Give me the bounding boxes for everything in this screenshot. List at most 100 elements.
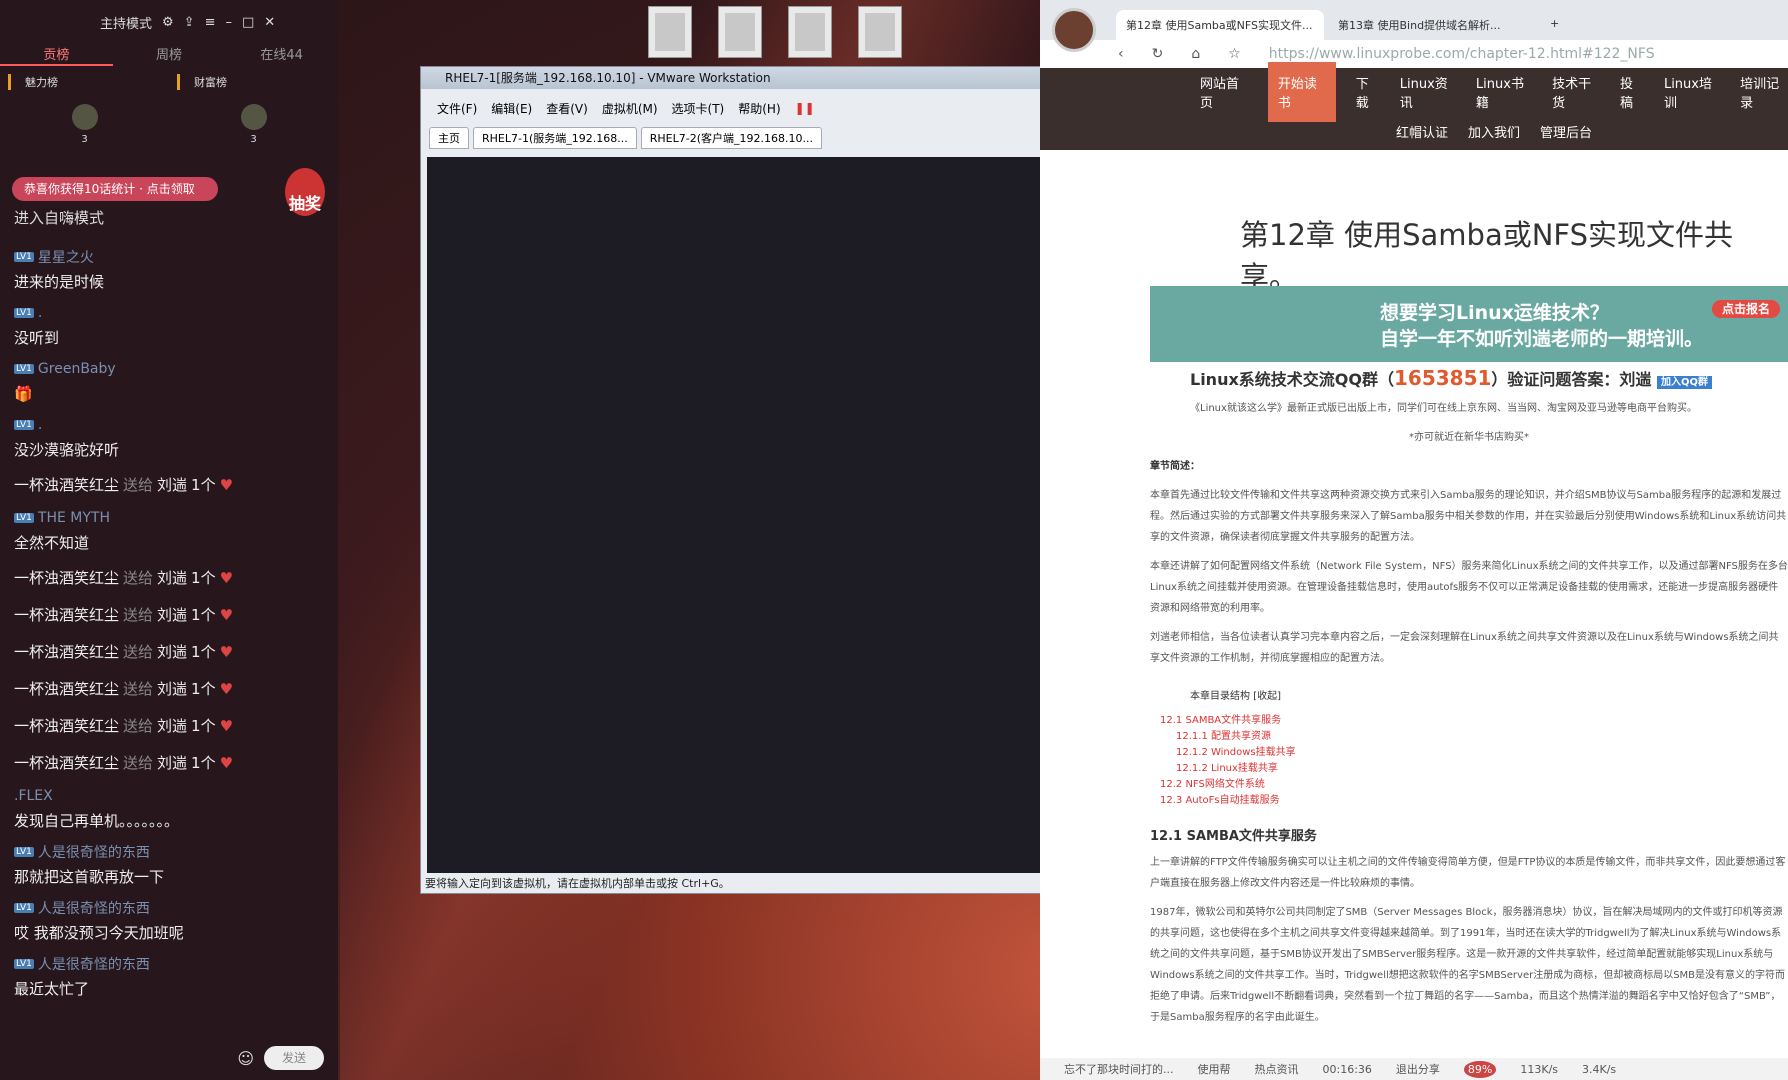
desktop-file-icon[interactable] (788, 6, 832, 58)
chat-message: LV1. 没沙漠骆驼好听 (14, 413, 330, 463)
nav-item[interactable]: 下载 (1356, 73, 1380, 111)
join-qq-button[interactable]: 加入QQ群 (1657, 376, 1713, 389)
page-title: 第12章 使用Samba或NFS实现文件共享。 (1240, 218, 1734, 294)
nav-item[interactable]: 开始读书 (1267, 62, 1336, 122)
tab-rhel7-2[interactable]: RHEL7-2(客户端_192.168.10... (640, 127, 822, 149)
self-mode-link[interactable]: 进入自嗨模式 (14, 207, 104, 228)
toc-link[interactable]: 12.1.1 配置共享资源 (1176, 729, 1788, 745)
vm-screen[interactable] (427, 157, 1041, 873)
tab-contribution[interactable]: 贡榜 (0, 44, 113, 66)
tab-chapter12[interactable]: 第12章 使用Samba或NFS实现文件... (1116, 10, 1324, 40)
chat-username[interactable]: LV1 GreenBaby (14, 357, 330, 381)
toc-link[interactable]: 12.3 AutoFs自动挂载服务 (1160, 793, 1788, 809)
nav-item[interactable]: 加入我们 (1468, 122, 1520, 141)
tab-rhel7-1[interactable]: RHEL7-1(服务端_192.168... (473, 127, 637, 149)
new-tab-icon[interactable]: + (1540, 10, 1560, 40)
avatar[interactable] (240, 104, 267, 130)
bottom-bar: 忘不了那块时间打的... 使用帮 热点资讯 00:16:36 退出分享 89% … (1040, 1058, 1788, 1080)
nav-item[interactable]: Linux资讯 (1400, 73, 1456, 111)
nav-item[interactable]: 培训记录 (1740, 73, 1788, 111)
net-down: 3.4K/s (1582, 1062, 1617, 1076)
reload-icon[interactable]: ↻ (1152, 46, 1164, 62)
chat-username[interactable]: LV1. (14, 413, 330, 437)
signup-button[interactable]: 点击报名 (1711, 300, 1780, 318)
share-icon[interactable]: ⇪ (184, 15, 195, 30)
menu-vm[interactable]: 虚拟机(M) (602, 100, 658, 117)
chat-username[interactable]: LV1. (14, 301, 330, 325)
menu-view[interactable]: 查看(V) (546, 100, 588, 117)
chat-text: 🎁 (14, 385, 33, 403)
send-button[interactable]: 发送 (264, 1046, 324, 1070)
qq-group-line: Linux系统技术交流QQ群（1653851）验证问题答案：刘遄 加入QQ群 (1190, 366, 1788, 390)
avatar[interactable] (71, 104, 98, 130)
section-heading: 12.1 SAMBA文件共享服务 (1150, 829, 1317, 844)
reward-notice[interactable]: 恭喜你获得10话统计 · 点击领取 (12, 177, 218, 201)
chat-username[interactable]: LV1 THE MYTH (14, 506, 330, 530)
timer: 00:16:36 (1322, 1062, 1372, 1076)
menu-icon[interactable]: ≡ (205, 15, 216, 30)
bookmark-icon[interactable]: ☆ (1228, 46, 1241, 62)
chat-text: 没听到 (14, 329, 60, 347)
emoji-icon[interactable]: ☺ (237, 1049, 254, 1068)
book-notice: 《Linux就该这么学》最新正式版已出版上市，同学们可在线上京东网、当当网、淘宝… (1190, 403, 1697, 414)
nav-item[interactable]: Linux培训 (1664, 73, 1720, 111)
close-icon[interactable]: ✕ (264, 15, 275, 30)
flower-icon: ♥ (219, 476, 234, 494)
gift-message: 一杯浊酒笑红尘 送给 刘遄 1个 ♥ (14, 569, 234, 587)
site-nav: 网站首页 开始读书 下载 Linux资讯 Linux书籍 技术干货 投稿 Linux培训 培训记… (1040, 62, 1788, 150)
nav-item[interactable]: 网站首页 (1200, 73, 1248, 111)
tab-chapter13[interactable]: 第13章 使用Bind提供域名解析... (1328, 10, 1536, 40)
toc-heading[interactable]: 本章目录结构 [收起] (1190, 689, 1788, 705)
toc-link[interactable]: 12.1.2 Linux挂载共享 (1176, 761, 1788, 777)
tab-home[interactable]: 主页 (429, 127, 469, 149)
gift-message: 一杯浊酒笑红尘 送给 刘遄 1个 ♥ (14, 643, 234, 661)
pause-icon[interactable]: ❚❚ (795, 101, 815, 115)
toc-link[interactable]: 12.1.2 Windows挂载共享 (1176, 745, 1788, 761)
store-notice: *亦可就近在新华书店购买* (1409, 432, 1529, 443)
avatar[interactable] (1052, 8, 1096, 52)
chat-message: LV1 GreenBaby 🎁 (14, 357, 330, 407)
nav-item[interactable]: 投稿 (1620, 73, 1644, 111)
flower-icon: ♥ (219, 717, 234, 735)
wealth-rank[interactable]: 财富榜 (177, 74, 338, 90)
home-icon[interactable]: ⌂ (1191, 46, 1200, 62)
back-icon[interactable]: ‹ (1118, 46, 1124, 62)
menu-tabs[interactable]: 选项卡(T) (672, 100, 725, 117)
flower-icon: ♥ (219, 754, 234, 772)
nav-item[interactable]: 红帽认证 (1396, 122, 1448, 141)
tab-online[interactable]: 在线44 (225, 44, 338, 66)
chat-username[interactable]: LV1 人是很奇怪的东西 (14, 840, 330, 864)
chat-username[interactable]: LV1 人是很奇怪的东西 (14, 896, 330, 920)
lottery-button[interactable]: 抽奖 (285, 168, 325, 216)
chat-username[interactable]: LV1 星星之火 (14, 245, 330, 269)
exit-share-button[interactable]: 退出分享 (1396, 1061, 1440, 1077)
desktop-file-icon[interactable] (858, 6, 902, 58)
desktop-file-icon[interactable] (648, 6, 692, 58)
nav-item[interactable]: 管理后台 (1540, 122, 1592, 141)
training-banner[interactable]: 想要学习Linux运维技术？ 自学一年不如听刘遄老师的一期培训。 点击报名 (1150, 286, 1788, 362)
paragraph: 刘遄老师相信，当各位读者认真学习完本章内容之后，一定会深刻理解在Linux系统之… (1150, 632, 1779, 664)
chat-username[interactable]: .FLEX (14, 784, 330, 808)
menu-file[interactable]: 文件(F) (437, 100, 477, 117)
chat-text: 发现自己再单机。。。。。。。 (14, 812, 180, 830)
live-header: 主持模式 ⚙ ⇪ ≡ – □ ✕ (0, 0, 338, 44)
gift-message: 一杯浊酒笑红尘 送给 刘遄 1个 ♥ (14, 717, 234, 735)
toc-link[interactable]: 12.1 SAMBA文件共享服务 (1160, 713, 1788, 729)
cpu-badge: 89% (1463, 1060, 1497, 1078)
level-badge: LV1 (14, 420, 34, 430)
vmware-window: RHEL7-1[服务端_192.168.10.10] - VMware Work… (420, 66, 1042, 894)
nav-item[interactable]: 技术干货 (1552, 73, 1600, 111)
url-bar[interactable]: https://www.linuxprobe.com/chapter-12.ht… (1269, 46, 1655, 62)
settings-icon[interactable]: ⚙ (162, 15, 174, 30)
menu-help[interactable]: 帮助(H) (738, 100, 780, 117)
menu-edit[interactable]: 编辑(E) (491, 100, 532, 117)
desktop-file-icon[interactable] (718, 6, 762, 58)
chat-username[interactable]: LV1 人是很奇怪的东西 (14, 952, 330, 976)
toc-link[interactable]: 12.2 NFS网络文件系统 (1160, 777, 1788, 793)
minimize-icon[interactable]: – (225, 15, 232, 30)
tab-weekly[interactable]: 周榜 (113, 44, 226, 66)
maximize-icon[interactable]: □ (242, 15, 254, 30)
chat-text: 哎 我都没预习今天加班呢 (14, 924, 184, 942)
charm-rank[interactable]: 魅力榜 (8, 74, 169, 90)
nav-item[interactable]: Linux书籍 (1476, 73, 1532, 111)
